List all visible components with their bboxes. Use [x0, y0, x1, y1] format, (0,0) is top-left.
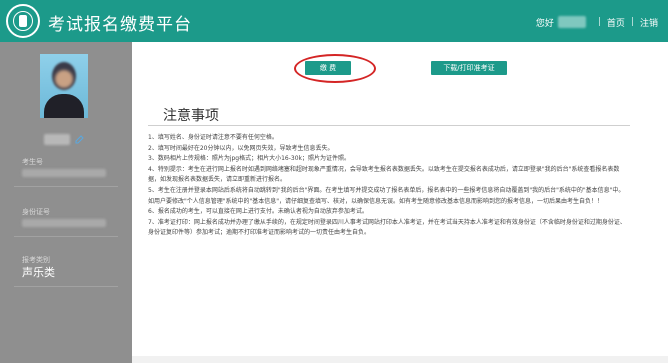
- notice-divider: [148, 125, 630, 126]
- username-blurred: [557, 16, 586, 28]
- footer-strip: [132, 356, 668, 363]
- field-label-exam-number: 考生号: [22, 158, 43, 166]
- notice-item: 5、考生在注册并登录本网站后系统将自动跳转到"我的后台"界面。在考生填写并提交成…: [148, 186, 625, 205]
- home-link[interactable]: 首页: [607, 16, 625, 29]
- profile-sidebar: 考生号 身份证号 报考类别 声乐类: [0, 42, 132, 363]
- site-title: 考试报名缴费平台: [48, 15, 192, 35]
- notice-item: 3、数码相片上传规格：照片为jpg格式；相片大小16-30k；照片为证件照。: [148, 155, 351, 163]
- divider: [14, 236, 118, 237]
- field-value-category: 声乐类: [22, 266, 55, 279]
- student-name-row: [44, 134, 84, 145]
- notice-item: 4、特别提示：考生在进行网上报名时如遇到网络堵塞和超时现象严重情况，会导致考生报…: [148, 165, 620, 184]
- notice-item: 7、准考证打印：网上报名成功并办理了缴从手续的，在规定时间登录四川人事考试网站打…: [148, 218, 626, 237]
- top-header: 考试报名缴费平台 您好 | 首页 | 注销: [0, 0, 668, 42]
- user-nav: 您好 | 首页 | 注销: [535, 16, 658, 29]
- download-admission-ticket-button[interactable]: 下载/打印准考证: [431, 61, 507, 75]
- edit-icon[interactable]: [74, 134, 84, 145]
- notice-item: 1、填写姓名、身份证时请注意不要有任何空格。: [148, 134, 278, 141]
- notice-list: 1、填写姓名、身份证时请注意不要有任何空格。 2、填写时间最好在20分钟以内，以…: [148, 133, 630, 239]
- notice-title: 注意事项: [163, 108, 219, 124]
- notice-item: 6、报名成功的考生，可以直接在网上进行支付。未确认者视为自动放弃参加考试。: [148, 208, 368, 216]
- field-value-exam-number-blurred: [22, 169, 106, 177]
- student-photo: [40, 54, 88, 118]
- logout-link[interactable]: 注销: [640, 16, 658, 29]
- pay-button-highlight: [294, 54, 376, 83]
- divider: [14, 186, 118, 187]
- divider: [14, 286, 118, 287]
- greeting-text: 您好: [535, 18, 554, 29]
- student-name-blurred: [44, 134, 70, 145]
- logo-seal-icon: [6, 4, 40, 38]
- field-value-id-number-blurred: [22, 219, 106, 227]
- field-label-id-number: 身份证号: [22, 208, 50, 216]
- notice-item: 2、填写时间最好在20分钟以内，以免网页失效，导致考生信息丢失。: [148, 144, 334, 152]
